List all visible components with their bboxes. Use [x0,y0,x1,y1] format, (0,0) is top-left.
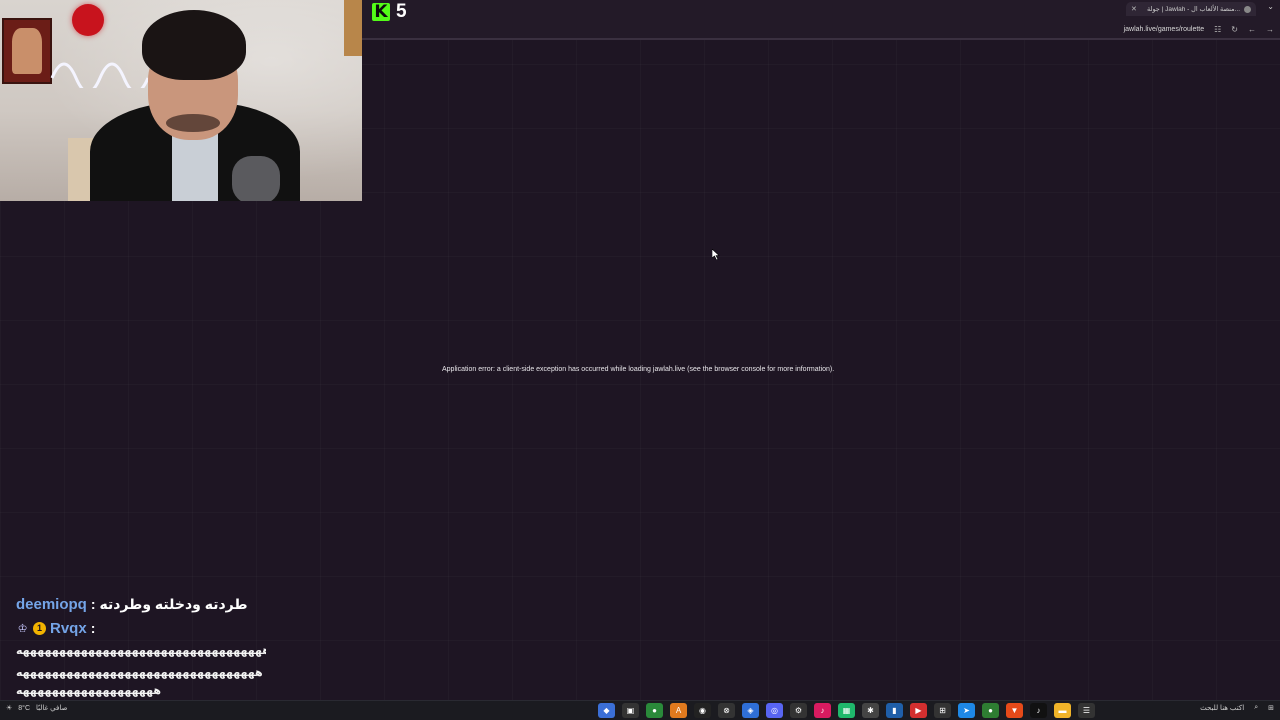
tiktok-alt-icon[interactable]: ♪ [1030,703,1047,718]
webcam-overlay [0,0,362,201]
url-text[interactable]: jawlah.live/games/roulette [1124,26,1205,33]
discord-icon[interactable]: ◎ [766,703,783,718]
brave-icon[interactable]: ▼ [1006,703,1023,718]
shield-app-icon[interactable]: ◆ [598,703,615,718]
tab-list-chevron-icon[interactable]: ⌄ [1267,2,1274,11]
forward-icon[interactable]: → [1266,25,1274,34]
lamp [344,0,362,56]
search-placeholder[interactable]: اكتب هنا للبحث [1200,704,1244,712]
site-settings-icon[interactable]: ☷ [1214,25,1221,34]
chat-message: ♔ 1 Rvqx : [16,616,356,640]
start-icon[interactable]: ⊞ [1268,704,1274,712]
tiktok-icon[interactable]: ♪ [814,703,831,718]
wall-painting [2,18,52,84]
chrome-alt-icon[interactable]: ● [982,703,999,718]
mouse-cursor-icon [712,249,720,260]
address-bar[interactable]: jawlah.live/games/roulette ☷ ↻ ← → [1124,22,1274,36]
youtube-icon[interactable]: ▶ [910,703,927,718]
gifter-badge-icon: 1 [33,621,46,635]
subscriber-badge-icon: ♔ [17,622,28,635]
app-dark-blue-icon[interactable]: ▮ [886,703,903,718]
tab-close-icon[interactable]: ✕ [1131,5,1137,13]
app-green-icon[interactable]: ▦ [838,703,855,718]
chat-message: deemiopq : طردته ودخلته وطردته [16,592,356,616]
chat-separator: : [90,596,96,612]
app-gear-icon[interactable]: ⚙ [790,703,807,718]
tab-favicon-icon [1244,5,1251,13]
chat-overlay: deemiopq : طردته ودخلته وطردته ♔ 1 Rvqx … [16,592,356,698]
app-blue-icon[interactable]: ◈ [742,703,759,718]
viewer-count: 5 [396,1,407,22]
kick-viewer-badge: K 5 [372,1,407,22]
app-grid-icon[interactable]: ⊞ [934,703,951,718]
weather-description: صافي غالبًا [36,705,68,712]
chat-text: هههههههههههههههههههههههههههههههههه [16,667,263,679]
taskbar-weather[interactable]: ☀ 8°C صافي غالبًا [6,704,68,713]
studio-app-icon[interactable]: ▣ [622,703,639,718]
windows-taskbar: ☀ 8°C صافي غالبًا ◆ ▣ ● A ◉ ⊗ ◈ ◎ ⚙ ♪ ▦ … [0,700,1280,720]
taskbar-apps: ◆ ▣ ● A ◉ ⊗ ◈ ◎ ⚙ ♪ ▦ ✱ ▮ ▶ ⊞ ➤ ● ▼ ♪ ▬ … [598,703,1095,718]
weather-temp: 8°C [18,704,31,712]
browser-tab[interactable]: ✕ جولة | Jawlah - منصة الألعاب ال... [1126,2,1256,16]
taskbar-search[interactable]: اكتب هنا للبحث ⌕ ⊞ [1200,704,1274,712]
app-grey-icon[interactable]: ✱ [862,703,879,718]
back-icon[interactable]: ← [1248,25,1256,34]
reload-icon[interactable]: ↻ [1231,25,1238,34]
app-arrow-icon[interactable]: ➤ [958,703,975,718]
chat-username: deemiopq [16,595,87,613]
app-a-icon[interactable]: A [670,703,687,718]
task-view-icon[interactable]: ☰ [1078,703,1095,718]
kick-logo-icon: K [372,3,390,21]
microphone [232,156,280,201]
chat-text: طردته ودخلته وطردته [99,595,248,612]
search-icon[interactable]: ⌕ [1254,704,1258,712]
xbox-icon[interactable]: ⊗ [718,703,735,718]
chat-text: ههههههههههههههههههههههههههههههههههه [16,645,266,657]
application-error-message: Application error: a client-side excepti… [442,366,835,373]
file-explorer-icon[interactable]: ▬ [1054,703,1071,718]
weather-icon: ☀ [6,705,13,712]
chat-separator: : [90,620,96,636]
browser-toolbar: + ✕ جولة | Jawlah - منصة الألعاب ال... ⌄… [362,0,1280,40]
obs-icon[interactable]: ◉ [694,703,711,718]
chrome-icon[interactable]: ● [646,703,663,718]
chat-username: Rvqx [50,619,87,637]
chat-text: هههههههههههههههههههه [16,685,162,697]
tab-title: جولة | Jawlah - منصة الألعاب ال... [1146,6,1240,13]
